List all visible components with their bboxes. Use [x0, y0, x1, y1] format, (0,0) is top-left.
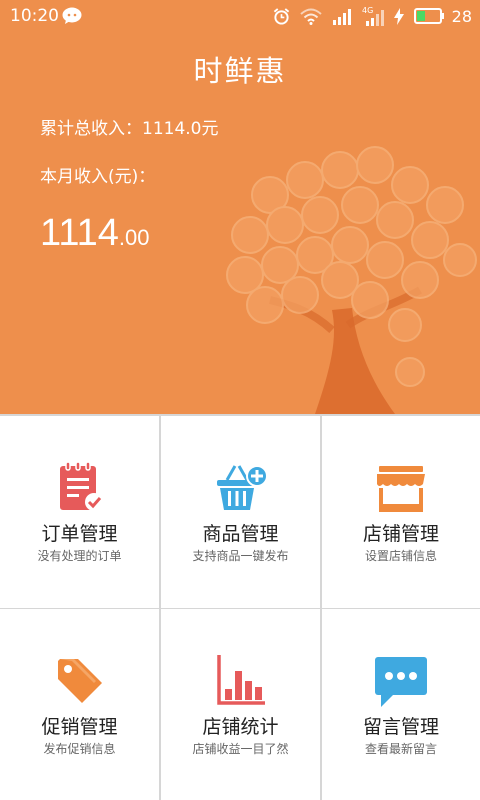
product-management-subtitle: 支持商品一键发布 [192, 549, 289, 563]
message-management-title: 留言管理 [362, 716, 439, 738]
basket-add-icon [216, 465, 268, 510]
bar-chart-icon [216, 655, 265, 705]
message-bubble-icon [375, 657, 427, 707]
shop-management-subtitle: 设置店铺信息 [364, 549, 437, 563]
shop-statistics-title: 店铺统计 [202, 716, 279, 738]
status-time: 10:20 [10, 6, 59, 26]
product-management-tile[interactable]: 商品管理 支持商品一键发布 [161, 416, 320, 608]
charging-icon [393, 7, 404, 25]
message-management-subtitle: 查看最新留言 [364, 742, 437, 756]
shop-statistics-tile[interactable]: 店铺统计 店铺收益一目了然 [161, 609, 320, 800]
order-management-title: 订单管理 [41, 523, 118, 545]
shop-statistics-subtitle: 店铺收益一目了然 [192, 742, 289, 756]
wifi-icon [299, 8, 322, 25]
month-income-amount: 1114.00 [40, 212, 150, 255]
signal-4g-icon: 4G [362, 6, 384, 26]
promotion-management-subtitle: 发布促销信息 [43, 742, 116, 756]
money-tree-illustration [226, 146, 477, 414]
menu-grid: 订单管理 没有处理的订单 商品管理 支持商品一键发布 店铺管理 设置店铺信息 促… [0, 414, 480, 800]
storefront-icon [377, 466, 425, 512]
alarm-icon [273, 7, 289, 25]
price-tag-icon [57, 659, 102, 703]
product-management-title: 商品管理 [202, 523, 279, 545]
page-title: 时鲜惠 [193, 54, 287, 88]
battery-icon [413, 8, 444, 24]
message-management-tile[interactable]: 留言管理 查看最新留言 [322, 609, 480, 800]
status-bar: 10:20 4G 28 [0, 0, 480, 32]
month-income-label: 本月收入(元)： [40, 167, 156, 187]
promotion-management-title: 促销管理 [41, 716, 118, 738]
order-clipboard-icon [59, 461, 103, 511]
battery-level: 28 [451, 6, 472, 26]
month-income-amount-integer: 1114 [40, 212, 119, 254]
shop-management-title: 店铺管理 [362, 523, 439, 545]
shop-management-tile[interactable]: 店铺管理 设置店铺信息 [322, 416, 480, 608]
signal-icon [332, 8, 351, 25]
order-management-subtitle: 没有处理的订单 [37, 549, 122, 563]
month-income-amount-decimal: .00 [118, 225, 150, 250]
wechat-icon [62, 7, 82, 24]
total-income-text: 累计总收入：1114.0元 [40, 119, 219, 139]
network-type-label: 4G [362, 6, 373, 15]
promotion-management-tile[interactable]: 促销管理 发布促销信息 [0, 609, 159, 800]
order-management-tile[interactable]: 订单管理 没有处理的订单 [0, 416, 159, 608]
income-header: 10:20 4G 28 时鲜惠 累计总收入：1114.0元 本月收入(元)： 1… [0, 0, 480, 414]
